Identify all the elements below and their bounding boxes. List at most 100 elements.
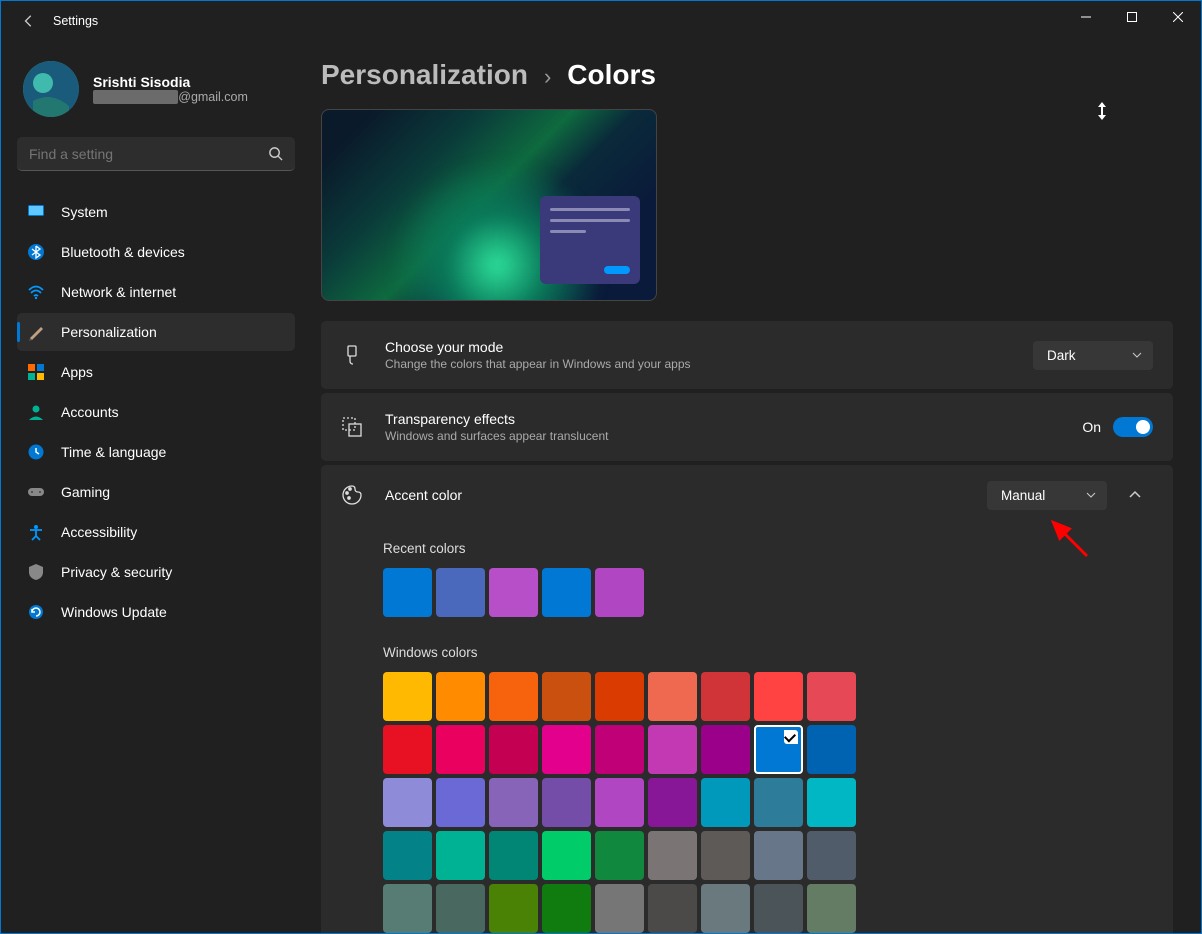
recent-colors-label: Recent colors: [383, 541, 1153, 556]
windows-color-swatch[interactable]: [648, 831, 697, 880]
windows-color-swatch[interactable]: [648, 672, 697, 721]
accessibility-icon: [27, 523, 45, 541]
windows-colors-label: Windows colors: [383, 645, 1153, 660]
maximize-button[interactable]: [1109, 1, 1155, 33]
breadcrumb: Personalization › Colors: [321, 59, 1173, 91]
windows-color-swatch[interactable]: [436, 884, 485, 933]
mode-title: Choose your mode: [385, 339, 1033, 355]
windows-color-swatch[interactable]: [701, 778, 750, 827]
profile[interactable]: Srishti Sisodia xxxxxxxxxxxxx@gmail.com: [23, 61, 295, 117]
windows-color-swatch[interactable]: [807, 884, 856, 933]
windows-color-swatch[interactable]: [701, 725, 750, 774]
back-button[interactable]: [19, 11, 39, 31]
search-box[interactable]: [17, 137, 295, 171]
windows-color-swatch[interactable]: [595, 725, 644, 774]
windows-color-swatch[interactable]: [754, 884, 803, 933]
windows-color-swatch[interactable]: [542, 778, 591, 827]
accent-value: Manual: [1001, 488, 1045, 503]
windows-color-swatch[interactable]: [595, 831, 644, 880]
windows-color-swatch[interactable]: [807, 725, 856, 774]
recent-color-swatch[interactable]: [489, 568, 538, 617]
recent-color-swatch[interactable]: [542, 568, 591, 617]
recent-color-swatch[interactable]: [436, 568, 485, 617]
windows-color-swatch[interactable]: [383, 831, 432, 880]
windows-color-swatch[interactable]: [701, 831, 750, 880]
windows-color-swatch[interactable]: [807, 831, 856, 880]
sidebar-item-personalization[interactable]: Personalization: [17, 313, 295, 351]
windows-color-swatch[interactable]: [436, 778, 485, 827]
transparency-toggle[interactable]: [1113, 417, 1153, 437]
windows-color-swatch[interactable]: [807, 778, 856, 827]
windows-color-swatch[interactable]: [542, 831, 591, 880]
windows-color-swatch[interactable]: [489, 725, 538, 774]
sidebar-item-bluetooth[interactable]: Bluetooth & devices: [17, 233, 295, 271]
breadcrumb-current: Colors: [567, 59, 656, 91]
breadcrumb-parent[interactable]: Personalization: [321, 59, 528, 91]
avatar: [23, 61, 79, 117]
windows-color-swatch[interactable]: [542, 725, 591, 774]
accent-dropdown[interactable]: Manual: [987, 481, 1107, 510]
main-content: Personalization › Colors Choose your mod…: [311, 41, 1201, 933]
windows-color-swatch[interactable]: [489, 884, 538, 933]
chevron-down-icon: [1085, 489, 1097, 501]
windows-color-swatch[interactable]: [383, 884, 432, 933]
sidebar-item-time[interactable]: Time & language: [17, 433, 295, 471]
windows-color-swatch[interactable]: [383, 672, 432, 721]
chevron-down-icon: [1131, 349, 1143, 361]
titlebar: Settings: [1, 1, 1201, 41]
sidebar-item-label: System: [61, 204, 108, 220]
windows-color-swatch[interactable]: [754, 778, 803, 827]
windows-color-swatch[interactable]: [542, 884, 591, 933]
sidebar-item-label: Network & internet: [61, 284, 176, 300]
windows-color-swatch[interactable]: [754, 725, 803, 774]
windows-color-swatch[interactable]: [489, 831, 538, 880]
windows-color-swatch[interactable]: [648, 778, 697, 827]
accent-collapse-button[interactable]: [1117, 488, 1153, 502]
windows-color-swatch[interactable]: [595, 884, 644, 933]
windows-color-swatch[interactable]: [436, 831, 485, 880]
sidebar-item-network[interactable]: Network & internet: [17, 273, 295, 311]
sidebar-item-label: Bluetooth & devices: [61, 244, 185, 260]
gamepad-icon: [27, 483, 45, 501]
search-icon: [268, 146, 283, 161]
palette-icon: [341, 484, 363, 506]
windows-color-swatch[interactable]: [648, 884, 697, 933]
bluetooth-icon: [27, 243, 45, 261]
windows-color-swatch[interactable]: [701, 884, 750, 933]
sidebar-item-accessibility[interactable]: Accessibility: [17, 513, 295, 551]
windows-color-swatch[interactable]: [595, 778, 644, 827]
windows-color-swatch[interactable]: [383, 778, 432, 827]
windows-color-swatch[interactable]: [436, 725, 485, 774]
windows-color-swatch[interactable]: [807, 672, 856, 721]
windows-color-swatch[interactable]: [648, 725, 697, 774]
windows-color-swatch[interactable]: [383, 725, 432, 774]
windows-color-swatch[interactable]: [489, 778, 538, 827]
transparency-subtitle: Windows and surfaces appear translucent: [385, 429, 1082, 443]
recent-color-swatch[interactable]: [383, 568, 432, 617]
sidebar-item-apps[interactable]: Apps: [17, 353, 295, 391]
transparency-title: Transparency effects: [385, 411, 1082, 427]
recent-color-swatch[interactable]: [595, 568, 644, 617]
windows-color-swatch[interactable]: [595, 672, 644, 721]
windows-color-swatch[interactable]: [701, 672, 750, 721]
sidebar-item-gaming[interactable]: Gaming: [17, 473, 295, 511]
sidebar-item-accounts[interactable]: Accounts: [17, 393, 295, 431]
mode-dropdown[interactable]: Dark: [1033, 341, 1153, 370]
sidebar-item-update[interactable]: Windows Update: [17, 593, 295, 631]
minimize-button[interactable]: [1063, 1, 1109, 33]
search-input[interactable]: [29, 146, 268, 162]
windows-color-swatch[interactable]: [489, 672, 538, 721]
update-icon: [27, 603, 45, 621]
sidebar-item-label: Gaming: [61, 484, 110, 500]
sidebar-item-system[interactable]: System: [17, 193, 295, 231]
windows-color-swatch[interactable]: [754, 831, 803, 880]
profile-email: xxxxxxxxxxxxx@gmail.com: [93, 90, 248, 104]
close-button[interactable]: [1155, 1, 1201, 33]
monitor-icon: [27, 203, 45, 221]
windows-color-swatch[interactable]: [542, 672, 591, 721]
windows-color-swatch[interactable]: [436, 672, 485, 721]
sidebar-item-privacy[interactable]: Privacy & security: [17, 553, 295, 591]
person-icon: [27, 403, 45, 421]
desktop-preview: [321, 109, 657, 301]
windows-color-swatch[interactable]: [754, 672, 803, 721]
